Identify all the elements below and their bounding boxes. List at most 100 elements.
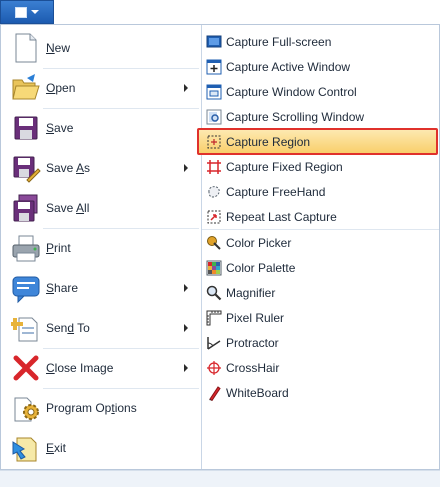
menu-item-label: xit [54,441,67,455]
menu-item-label: ions [114,401,137,415]
menu-item-save[interactable]: Save [1,108,201,148]
mnemonic: O [46,81,56,95]
region-icon [206,134,222,150]
menu-item-label: s [84,161,91,175]
menu-item-label: pen [55,81,76,95]
protractor-icon [206,335,222,351]
menu-item-capture-region[interactable]: Capture Region [197,128,438,155]
printer-icon [11,232,41,264]
menu-item-save-all[interactable]: Save All [1,188,201,228]
menu-item-label: To [74,321,90,335]
gear-options-icon [11,392,41,424]
menu-item-new[interactable]: New [1,28,201,68]
menu-item-capture-freehand[interactable]: Capture FreeHand [202,179,439,204]
mnemonic: S [46,121,55,135]
scrolling-window-icon [206,109,222,125]
menu-item-open[interactable]: Open [1,68,201,108]
menu-item-close-image[interactable]: Close Image [1,348,201,388]
magnifier-icon [206,285,222,301]
menu-item-label: Capture Fixed Region [226,160,343,174]
title-strip [0,0,440,25]
save-all-icon [11,192,41,224]
menu-item-label: Magnifier [226,286,276,300]
chevron-down-icon [31,10,39,14]
menu-item-label: ave [54,121,74,135]
color-picker-icon [206,235,222,251]
menu-item-label: lose Image [54,361,114,375]
menu-item-label: WhiteBoard [226,386,289,400]
capture-submenu: Capture Full-screen Capture Active Windo… [197,25,439,469]
share-icon [11,272,41,304]
menu-item-magnifier[interactable]: Magnifier [202,280,439,305]
document-icon [15,6,27,18]
menu-item-label-prefix: Program Op [46,401,112,415]
color-palette-icon [206,260,222,276]
menu-item-label: Capture FreeHand [226,185,326,199]
menu-item-label: hare [54,281,79,295]
menu-item-capture-active-window[interactable]: Capture Active Window [202,54,439,79]
menu-item-share[interactable]: Share [1,268,201,308]
menu-item-label: ew [54,41,71,55]
repeat-capture-icon [206,209,222,225]
menu-item-capture-window-control[interactable]: Capture Window Control [202,79,439,104]
mnemonic: A [76,161,85,175]
menu-item-label: Capture Active Window [226,60,351,74]
file-commands-column: New Open Save Save As Save All Print Sha… [1,25,201,469]
menu-item-label: Capture Window Control [226,85,357,99]
menu-item-label: Capture Region [226,135,311,149]
menu-item-label-prefix: Save [46,201,77,215]
window-control-icon [206,84,222,100]
menu-item-print[interactable]: Print [1,228,201,268]
pixel-ruler-icon [206,310,222,326]
menu-item-protractor[interactable]: Protractor [202,330,439,355]
menu-item-color-palette[interactable]: Color Palette [202,255,439,280]
menu-item-color-picker[interactable]: Color Picker [202,230,439,255]
menu-item-send-to[interactable]: Send To [1,308,201,348]
menu-item-save-as[interactable]: Save As [1,148,201,188]
menu-item-capture-scrolling-window[interactable]: Capture Scrolling Window [202,104,439,129]
mnemonic: A [76,201,85,215]
menu-item-label: rint [54,241,71,255]
menu-item-label: Capture Scrolling Window [226,110,365,124]
mnemonic: P [46,241,55,255]
menu-item-exit[interactable]: Exit [1,428,201,468]
menu-item-label: Repeat Last Capture [226,210,337,224]
menu-item-capture-fixed-region[interactable]: Capture Fixed Region [202,154,439,179]
application-menu-button[interactable] [0,0,54,24]
menu-item-label: Protractor [226,336,279,350]
freehand-icon [206,184,222,200]
floppy-disk-icon [11,112,41,144]
menu-item-capture-full-screen[interactable]: Capture Full-screen [202,29,439,54]
menu-item-label: CrossHair [226,361,280,375]
new-document-icon [11,32,41,64]
mnemonic: N [46,41,55,55]
application-menu: New Open Save Save As Save All Print Sha… [0,24,440,470]
submenu-arrow-icon [184,284,188,292]
menu-item-label: ll [84,201,90,215]
monitor-icon [206,34,222,50]
menu-item-whiteboard[interactable]: WhiteBoard [202,380,439,405]
menu-item-crosshair[interactable]: CrossHair [202,355,439,380]
mnemonic: C [46,361,55,375]
submenu-arrow-icon [184,164,188,172]
menu-item-pixel-ruler[interactable]: Pixel Ruler [202,305,439,330]
crosshair-icon [206,360,222,376]
menu-item-label: Pixel Ruler [226,311,285,325]
send-to-icon [11,312,41,344]
submenu-arrow-icon [184,84,188,92]
menu-item-label: Capture Full-screen [226,35,332,49]
fixed-region-icon [206,159,222,175]
submenu-arrow-icon [184,364,188,372]
menu-item-label-prefix: Save [46,161,77,175]
exit-icon [11,432,41,464]
menu-item-program-options[interactable]: Program Options [1,388,201,428]
active-window-icon [206,59,222,75]
menu-item-label: Color Palette [226,261,296,275]
mnemonic: E [46,441,55,455]
menu-item-label-prefix: Sen [46,321,68,335]
mnemonic: S [46,281,55,295]
folder-open-icon [11,72,41,104]
menu-item-repeat-last-capture[interactable]: Repeat Last Capture [202,204,439,229]
whiteboard-icon [206,385,222,401]
menu-footer [0,470,440,487]
